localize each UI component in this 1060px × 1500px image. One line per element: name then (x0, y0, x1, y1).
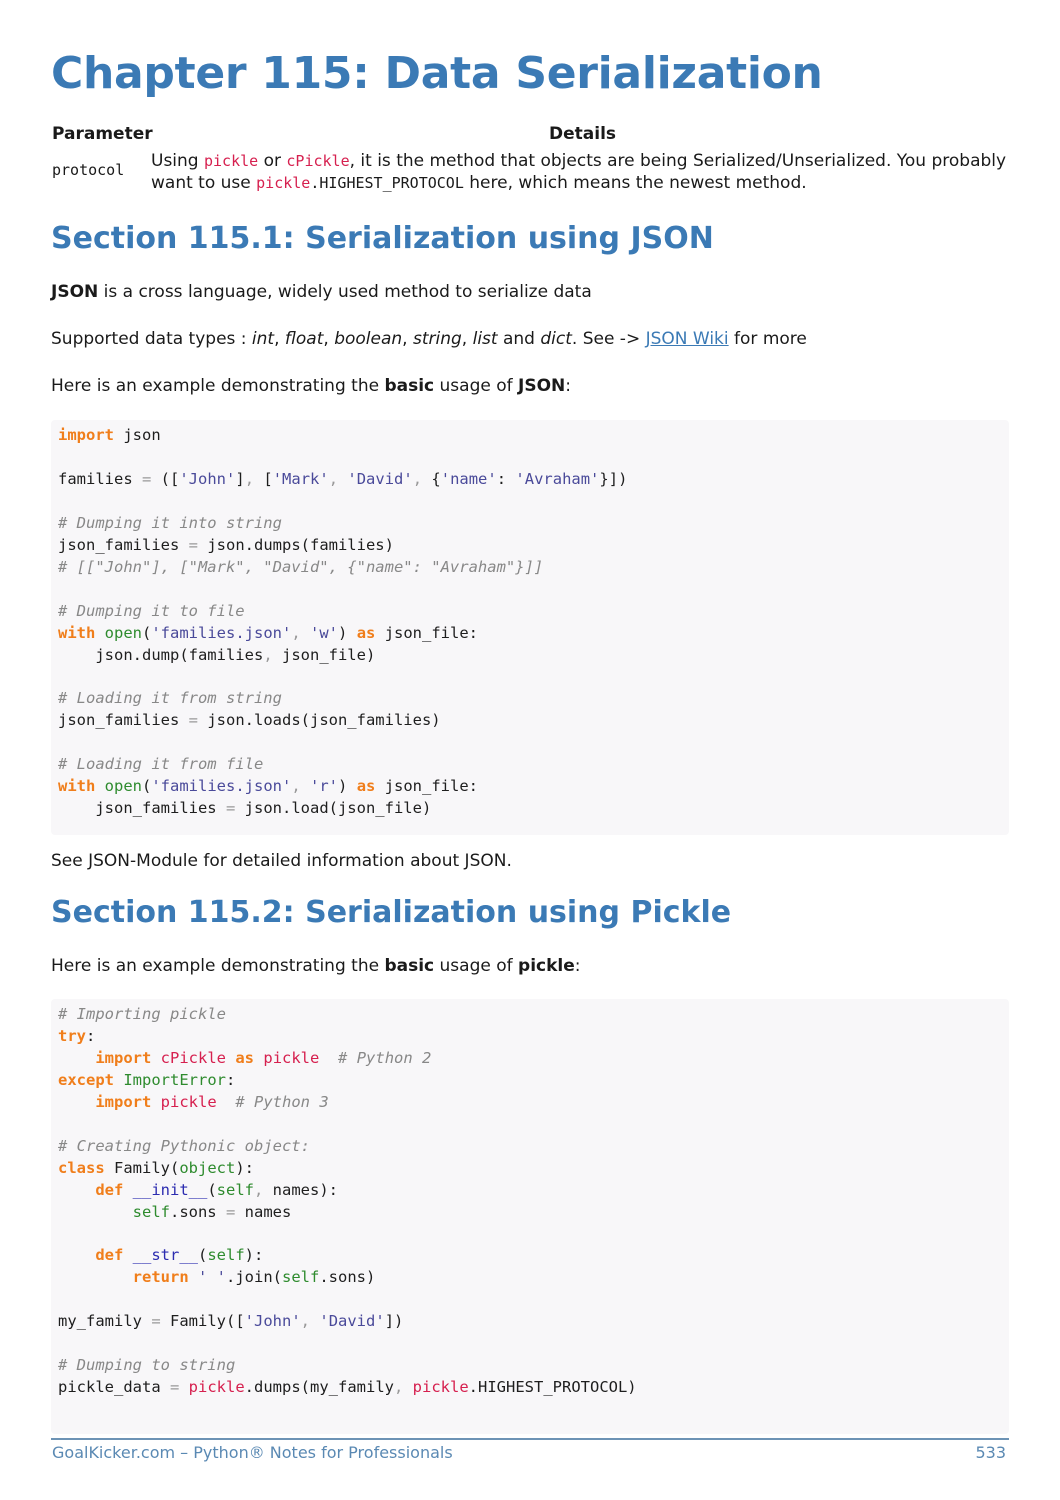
code-line: json.dump(families, json_file) (58, 645, 376, 664)
pickle-code-block: # Importing pickle try: import cPickle a… (51, 999, 1009, 1434)
pickle-example-intro: Here is an example demonstrating the bas… (51, 954, 581, 978)
code-line: return ' '.join(self.sons) (132, 1268, 376, 1287)
code-line: # Loading it from file (58, 755, 264, 774)
text: is a cross language, widely used method … (98, 282, 592, 302)
parameter-table: Parameter Details protocol Using pickle … (52, 124, 1012, 196)
supported-types-paragraph: Supported data types : int, float, boole… (51, 327, 807, 351)
code-line: try: (58, 1026, 96, 1045)
chapter-title: Chapter 115: Data Serialization (51, 48, 823, 99)
code-line: except ImportError: (58, 1070, 236, 1089)
code-line: json_families = json.dumps(families) (58, 535, 394, 554)
json-code: import json families = (['John'], ['Mark… (51, 425, 1009, 820)
footer-page-number: 533 (975, 1443, 1006, 1462)
section-title-json: Section 115.1: Serialization using JSON (51, 221, 714, 256)
json-intro-paragraph: JSON is a cross language, widely used me… (51, 280, 592, 304)
type-string: string (412, 329, 462, 349)
code-line: import pickle # Python 3 (95, 1092, 329, 1111)
code-line: with open('families.json', 'w') as json_… (58, 623, 479, 642)
details-text: or (258, 151, 287, 171)
details-text: , it is the method that objects are bein… (349, 151, 1007, 171)
text: usage of (434, 376, 519, 396)
text: usage of (434, 956, 519, 976)
footer-divider (51, 1438, 1009, 1440)
code-line: import cPickle as pickle # Python 2 (95, 1048, 432, 1067)
type-float: float (284, 329, 324, 349)
text: for more (728, 329, 807, 349)
parameter-details: Using pickle or cPickle, it is the metho… (151, 150, 1021, 194)
text: Here is an example demonstrating the (51, 956, 385, 976)
json-module-note: See JSON-Module for detailed information… (51, 851, 512, 871)
inline-code: cPickle (286, 152, 350, 170)
code-line: # Dumping it into string (58, 513, 282, 532)
details-text: here, which means the newest method. (463, 173, 807, 193)
section-title-pickle: Section 115.2: Serialization using Pickl… (51, 895, 732, 930)
header-details: Details (549, 124, 617, 144)
type-boolean: boolean (334, 329, 403, 349)
text: and (497, 329, 541, 349)
bold-text: basic (384, 376, 435, 396)
inline-code: .HIGHEST_PROTOCOL (310, 174, 464, 192)
code-line: # [["John"], ["Mark", "David", {"name": … (58, 557, 544, 576)
code-line: # Creating Pythonic object: (58, 1136, 310, 1155)
text: Here is an example demonstrating the (51, 376, 385, 396)
code-line: def __init__(self, names): (95, 1180, 338, 1199)
inline-code: pickle (204, 152, 259, 170)
code-line: json_families = json.load(json_file) (58, 799, 432, 818)
code-line: with open('families.json', 'r') as json_… (58, 777, 479, 796)
json-code-block: import json families = (['John'], ['Mark… (51, 420, 1009, 835)
text: : (574, 956, 581, 976)
code-line: self.sons = names (132, 1202, 292, 1221)
text: , (461, 329, 473, 349)
code-line: def __str__(self): (95, 1246, 264, 1265)
code-line: my_family = Family(['John', 'David']) (58, 1312, 404, 1331)
header-parameter: Parameter (52, 124, 153, 144)
bold-text: basic (384, 956, 435, 976)
text: , (274, 329, 285, 349)
bold-text: JSON (51, 282, 99, 302)
inline-code: pickle (256, 174, 311, 192)
type-int: int (251, 329, 275, 349)
parameter-table-header: Parameter Details (52, 124, 1012, 148)
code-line: # Loading it from string (58, 689, 282, 708)
text: Supported data types : (51, 329, 252, 349)
code-line: pickle_data = pickle.dumps(my_family, pi… (58, 1378, 637, 1397)
code-line: json_families = json.loads(json_families… (58, 711, 441, 730)
code-line: # Dumping to string (58, 1356, 236, 1375)
pickle-code: # Importing pickle try: import cPickle a… (51, 1004, 1009, 1399)
text: , (402, 329, 413, 349)
parameter-row: protocol Using pickle or cPickle, it is … (52, 148, 1012, 196)
type-dict: dict (540, 329, 572, 349)
bold-text: pickle (518, 956, 575, 976)
code-line: families = (['John'], ['Mark', 'David', … (58, 469, 628, 488)
parameter-name: protocol (52, 161, 125, 179)
details-text: Using (151, 151, 204, 171)
json-example-intro: Here is an example demonstrating the bas… (51, 374, 571, 398)
type-list: list (472, 329, 498, 349)
details-text: want to use (151, 173, 257, 193)
code-line: # Dumping it to file (58, 601, 245, 620)
bold-text: JSON (518, 376, 566, 396)
text: : (565, 376, 572, 396)
code-line: # Importing pickle (58, 1005, 226, 1023)
footer-book-title: GoalKicker.com – Python® Notes for Profe… (52, 1443, 453, 1462)
code-line: class Family(object): (58, 1158, 254, 1177)
text: . See -> (571, 329, 646, 349)
json-wiki-link[interactable]: JSON Wiki (646, 329, 729, 349)
code-line: import json (58, 426, 161, 444)
text: , (323, 329, 335, 349)
